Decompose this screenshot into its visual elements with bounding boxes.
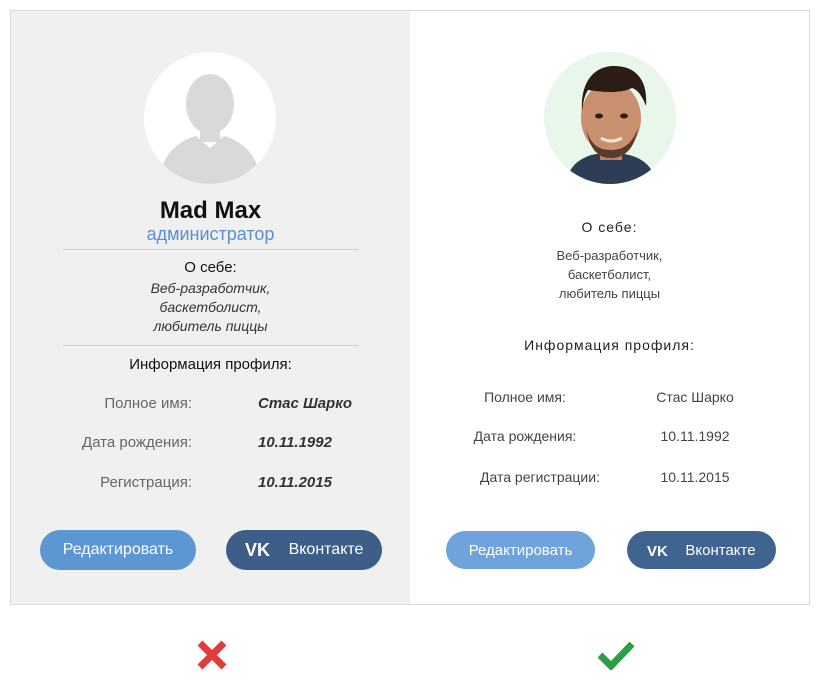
full-name-value: Стас Шарко: [656, 389, 734, 405]
about-line: любитель пиццы: [153, 318, 268, 334]
vk-logo-icon: VK: [647, 543, 668, 559]
user-photo: [544, 52, 676, 184]
user-silhouette-icon: [160, 74, 260, 184]
vk-button[interactable]: VK Вконтакте: [226, 530, 382, 570]
about-text: Веб-разработчик, баскетболист, любитель …: [11, 279, 410, 336]
check-icon: [597, 641, 635, 670]
vk-button-label: Вконтакте: [685, 541, 756, 559]
about-line: любитель пиццы: [558, 286, 661, 301]
comparison-frame: Mad Max администратор О себе: Веб-разраб…: [10, 10, 810, 605]
about-line: Веб-разработчик,: [150, 280, 271, 296]
edit-button[interactable]: Редактировать: [40, 530, 196, 570]
divider: [63, 249, 359, 250]
full-name-label: Полное имя:: [104, 395, 192, 412]
good-example-panel: О себе: Веб-разработчик, баскетболист, л…: [410, 11, 809, 604]
full-name-value: Стас Шарко: [258, 395, 352, 412]
birth-date-label: Дата рождения:: [473, 428, 577, 444]
vk-button[interactable]: VK Вконтакте: [627, 531, 776, 569]
birth-date-value: 10.11.1992: [258, 434, 332, 451]
registration-value: 10.11.2015: [258, 474, 332, 491]
birth-date-label: Дата рождения:: [82, 434, 192, 451]
user-photo-portrait: [544, 52, 676, 184]
about-title: О себе:: [184, 259, 237, 276]
registration-date-value: 10.11.2015: [660, 469, 730, 485]
vk-button-label: Вконтакте: [288, 541, 364, 558]
registration-date-label: Дата регистрации:: [480, 469, 600, 485]
birth-date-value: 10.11.1992: [660, 428, 730, 444]
registration-label: Регистрация:: [100, 474, 192, 491]
about-line: баскетболист,: [159, 299, 262, 315]
about-text: Веб-разработчик, баскетболист, любитель …: [410, 246, 809, 303]
edit-button-label: Редактировать: [62, 541, 174, 558]
placeholder-avatar: [144, 52, 276, 184]
cross-icon: [197, 640, 227, 670]
info-title: Информация профиля:: [129, 356, 292, 373]
svg-text:VK: VK: [647, 543, 668, 559]
bad-example-panel: Mad Max администратор О себе: Веб-разраб…: [11, 11, 410, 604]
vk-logo-icon: VK: [245, 540, 270, 560]
svg-text:VK: VK: [245, 540, 270, 560]
about-line: баскетболист,: [567, 267, 652, 282]
divider: [63, 345, 359, 346]
about-title: О себе:: [581, 219, 638, 235]
info-title: Информация профиля:: [524, 337, 695, 353]
edit-button-label: Редактировать: [468, 541, 573, 559]
profile-role: администратор: [146, 224, 275, 244]
full-name-label: Полное имя:: [484, 389, 566, 405]
edit-button[interactable]: Редактировать: [446, 531, 595, 569]
profile-name: Mad Max: [159, 197, 262, 224]
about-line: Веб-разработчик,: [556, 248, 663, 263]
